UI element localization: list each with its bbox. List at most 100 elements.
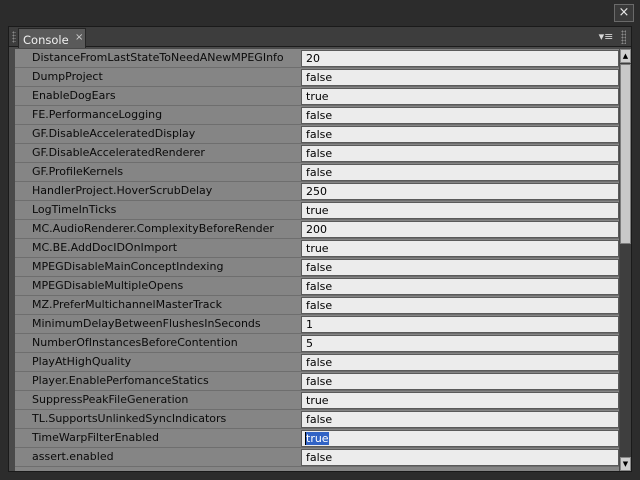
variable-name: HandlerProject.HoverScrubDelay [32,184,213,197]
table-row: TimeWarpFilterEnabled true [15,429,619,448]
table-row: GF.DisableAcceleratedRenderer false [15,144,619,163]
table-row: LogTimeInTicks true [15,201,619,220]
scroll-down-button[interactable]: ▼ [620,457,631,471]
variable-value-text: false [306,109,333,122]
table-row: GF.DisableAcceleratedDisplay false [15,125,619,144]
variable-value-field[interactable]: false [301,126,619,143]
table-row: TL.SupportsUnlinkedSyncIndicators false [15,410,619,429]
panel-menu-icon[interactable]: ▾≡ [597,30,615,43]
variable-value-text: false [306,299,333,312]
variable-value-field[interactable]: true [301,240,619,257]
console-window: × Console × ▾≡ DistanceFromLastStateToNe… [0,0,640,480]
variable-value-field[interactable]: 200 [301,221,619,238]
variable-name: DumpProject [32,70,103,83]
table-row: MZ.PreferMultichannelMasterTrack false [15,296,619,315]
table-row: FE.PerformanceLogging false [15,106,619,125]
variable-value-text: 1 [306,318,313,331]
variable-value-text: true [306,90,329,103]
variable-name: TL.SupportsUnlinkedSyncIndicators [32,412,227,425]
table-row: MPEGDisableMainConceptIndexing false [15,258,619,277]
scroll-thumb[interactable] [620,64,631,244]
variable-value-field[interactable]: true [301,392,619,409]
variable-value-field[interactable]: true [301,430,619,447]
variable-name: MPEGDisableMainConceptIndexing [32,260,224,273]
variable-value-field[interactable]: false [301,373,619,390]
variable-value-field[interactable]: false [301,164,619,181]
variable-value-field[interactable]: false [301,259,619,276]
variable-value-field[interactable]: 250 [301,183,619,200]
variable-value-field[interactable]: false [301,449,619,466]
tab-grip-icon[interactable] [12,31,16,43]
panel-grip-icon[interactable] [621,30,626,44]
vertical-scrollbar[interactable]: ▲ ▼ [620,49,631,471]
variable-value-field[interactable]: false [301,107,619,124]
console-panel: Console × ▾≡ DistanceFromLastStateToNeed… [8,26,632,472]
variable-name: MC.AudioRenderer.ComplexityBeforeRender [32,222,274,235]
tab-close-icon[interactable]: × [75,31,83,45]
console-variable-list: DistanceFromLastStateToNeedANewMPEGInfo 2… [15,49,619,471]
window-bottom-border [0,472,640,480]
variable-name: GF.ProfileKernels [32,165,124,178]
table-row: assert.enabled false [15,448,619,467]
variable-value-field[interactable]: true [301,202,619,219]
window-close-button[interactable]: × [614,4,634,22]
variable-value-text: true [306,242,329,255]
variable-name: MinimumDelayBetweenFlushesInSeconds [32,317,261,330]
variable-value-text: false [306,128,333,141]
tab-console[interactable]: Console × [18,28,86,48]
table-row: SuppressPeakFileGeneration true [15,391,619,410]
variable-name: MPEGDisableMultipleOpens [32,279,184,292]
variable-name: GF.DisableAcceleratedDisplay [32,127,196,140]
variable-value-text: false [306,147,333,160]
variable-value-text: false [306,71,333,84]
variable-name: TimeWarpFilterEnabled [32,431,160,444]
variable-name: assert.enabled [32,450,114,463]
table-row: Player.EnablePerfomanceStatics false [15,372,619,391]
variable-value-text: true [306,204,329,217]
table-row: DumpProject false [15,68,619,87]
variable-value-text: false [306,375,333,388]
variable-value-text: false [306,261,333,274]
variable-value-text: false [306,280,333,293]
variable-value-field[interactable]: false [301,297,619,314]
variable-value-field[interactable]: 1 [301,316,619,333]
table-row: MC.BE.AddDocIDOnImport true [15,239,619,258]
variable-value-text: false [306,166,333,179]
variable-name: GF.DisableAcceleratedRenderer [32,146,205,159]
table-row: EnableDogEars true [15,87,619,106]
variable-name: PlayAtHighQuality [32,355,132,368]
variable-value-text: 200 [306,223,327,236]
scroll-up-button[interactable]: ▲ [620,49,631,63]
variable-value-field[interactable]: false [301,354,619,371]
variable-value-text: false [306,356,333,369]
variable-name: DistanceFromLastStateToNeedANewMPEGInfo [32,51,284,64]
variable-name: SuppressPeakFileGeneration [32,393,189,406]
variable-value-text: 250 [306,185,327,198]
variable-value-text: false [306,413,333,426]
tab-console-label: Console [23,33,69,47]
table-row: PlayAtHighQuality false [15,353,619,372]
variable-value-text: 5 [306,337,313,350]
table-row: NumberOfInstancesBeforeContention 5 [15,334,619,353]
variable-name: MZ.PreferMultichannelMasterTrack [32,298,222,311]
variable-name: MC.BE.AddDocIDOnImport [32,241,178,254]
variable-value-field[interactable]: false [301,145,619,162]
table-row: MPEGDisableMultipleOpens false [15,277,619,296]
variable-value-field[interactable]: false [301,411,619,428]
variable-value-field[interactable]: false [301,278,619,295]
table-row: HandlerProject.HoverScrubDelay 250 [15,182,619,201]
variable-value-field[interactable]: false [301,69,619,86]
variable-value-field[interactable]: true [301,88,619,105]
variable-name: EnableDogEars [32,89,116,102]
table-row: MinimumDelayBetweenFlushesInSeconds 1 [15,315,619,334]
table-row: GF.ProfileKernels false [15,163,619,182]
panel-tab-bar: Console × ▾≡ [9,27,631,48]
variable-value-text: true [306,432,329,445]
variable-value-field[interactable]: 5 [301,335,619,352]
variable-value-text: 20 [306,52,320,65]
variable-value-text: false [306,451,333,464]
title-bar: × [0,0,640,26]
variable-name: NumberOfInstancesBeforeContention [32,336,238,349]
variable-name: Player.EnablePerfomanceStatics [32,374,209,387]
variable-value-field[interactable]: 20 [301,50,619,67]
